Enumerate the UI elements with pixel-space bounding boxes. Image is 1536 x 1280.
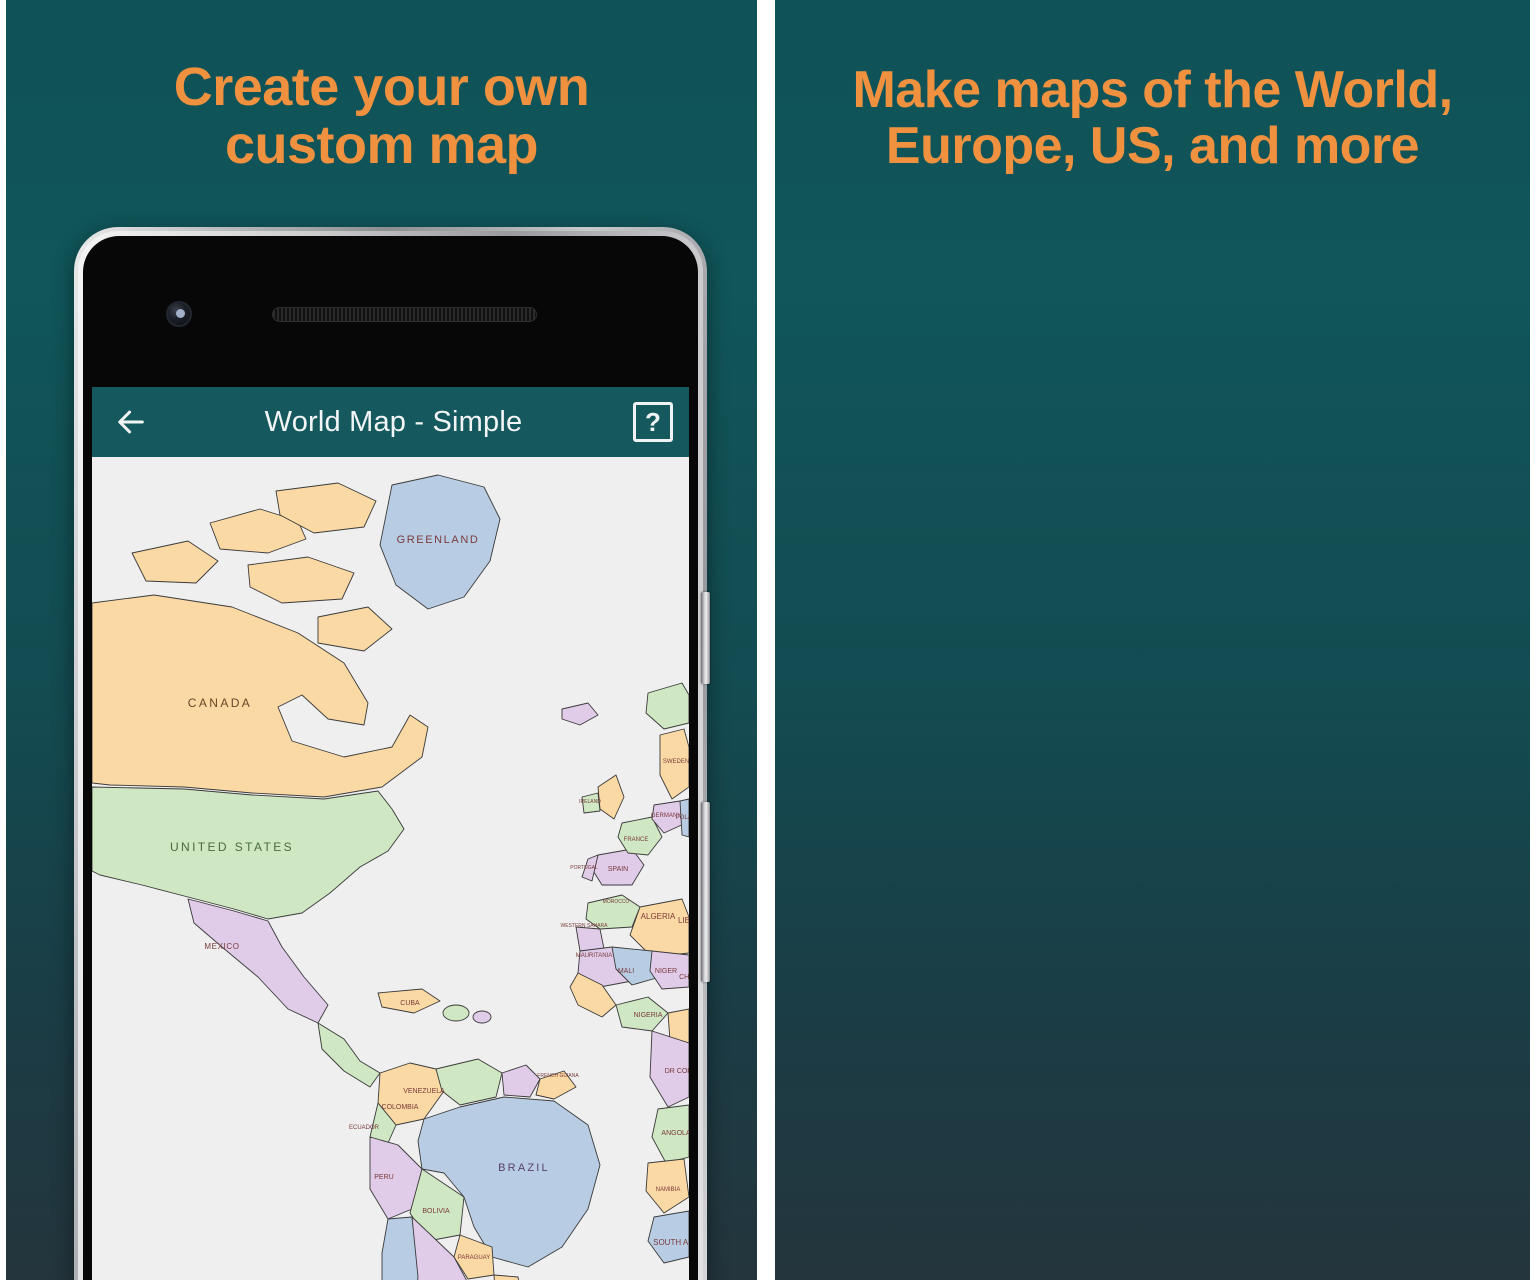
promo-panel-right: Make maps of the World, Europe, US, and … (775, 0, 1530, 1280)
svg-text:ECUADOR: ECUADOR (349, 1125, 380, 1131)
svg-text:PARAGUAY: PARAGUAY (458, 1255, 490, 1261)
volume-button[interactable] (701, 592, 710, 684)
svg-text:UNITED STATES: UNITED STATES (170, 840, 294, 854)
app-bar-left: World Map - Simple ? (92, 387, 689, 457)
headline-right-line2: Europe, US, and more (885, 117, 1420, 176)
svg-text:CUBA: CUBA (400, 1000, 420, 1007)
app-bar-title: World Map - Simple (264, 405, 523, 438)
headline-left-line2: custom map (224, 115, 539, 176)
svg-text:FRENCH GUIANA: FRENCH GUIANA (537, 1073, 579, 1079)
svg-text:SWEDEN: SWEDEN (663, 759, 689, 765)
svg-text:PERU: PERU (374, 1174, 393, 1181)
svg-text:LIBYA: LIBYA (678, 916, 689, 925)
svg-text:DR CONGO: DR CONGO (665, 1068, 689, 1075)
svg-text:BRAZIL: BRAZIL (498, 1162, 550, 1174)
svg-text:BOLIVIA: BOLIVIA (422, 1208, 450, 1215)
svg-text:CHAD: CHAD (679, 974, 689, 981)
promo-panel-left: Create your own custom map World Map - S… (6, 0, 757, 1280)
svg-text:WESTERN SAHARA: WESTERN SAHARA (561, 923, 609, 929)
right-edge-margin (1530, 0, 1536, 1280)
svg-text:MAURITANIA: MAURITANIA (576, 953, 613, 959)
help-button[interactable]: ? (633, 402, 673, 442)
svg-text:ANGOLA: ANGOLA (661, 1130, 689, 1137)
svg-text:FRANCE: FRANCE (624, 837, 649, 843)
svg-text:SOUTH AFR: SOUTH AFR (653, 1238, 689, 1247)
arrow-left-icon (118, 410, 144, 434)
svg-text:NIGER: NIGER (655, 968, 677, 975)
headline-left-line1: Create your own (173, 57, 590, 117)
svg-text:PORTUGAL: PORTUGAL (570, 865, 598, 871)
svg-text:MOROCCO: MOROCCO (603, 899, 630, 905)
phone-device-left: World Map - Simple ? GREENLAND CANADA UN… (74, 227, 710, 1280)
svg-text:GREENLAND: GREENLAND (397, 534, 480, 546)
svg-text:MALI: MALI (618, 968, 634, 975)
world-map-svg: GREENLAND CANADA UNITED STATES MEXICO CU… (92, 457, 689, 1280)
help-button-label: ? (645, 407, 661, 437)
headline-right: Make maps of the World, Europe, US, and … (775, 62, 1530, 174)
svg-text:CANADA: CANADA (188, 696, 252, 710)
promo-screenshot-stage: Create your own custom map World Map - S… (0, 0, 1536, 1280)
left-edge-margin (0, 0, 6, 1280)
phone-screen-left: World Map - Simple ? GREENLAND CANADA UN… (92, 387, 689, 1280)
svg-text:POLAND: POLAND (676, 815, 689, 821)
svg-text:NAMIBIA: NAMIBIA (656, 1187, 681, 1193)
svg-text:ALGERIA: ALGERIA (641, 912, 676, 921)
headline-left: Create your own custom map (6, 58, 757, 175)
svg-text:COLOMBIA: COLOMBIA (382, 1104, 419, 1111)
back-button[interactable] (108, 399, 154, 445)
panel-divider (757, 0, 775, 1280)
svg-text:SPAIN: SPAIN (608, 866, 629, 873)
world-map-canvas[interactable]: GREENLAND CANADA UNITED STATES MEXICO CU… (92, 457, 689, 1280)
svg-text:MEXICO: MEXICO (204, 942, 239, 951)
headline-right-line1: Make maps of the World, (852, 61, 1453, 119)
earpiece-speaker (272, 307, 537, 322)
svg-text:IRELAND: IRELAND (579, 799, 601, 805)
svg-text:VENEZUELA: VENEZUELA (403, 1088, 445, 1095)
svg-text:NIGERIA: NIGERIA (634, 1012, 663, 1019)
power-button[interactable] (701, 802, 710, 982)
front-camera-icon (166, 301, 192, 327)
